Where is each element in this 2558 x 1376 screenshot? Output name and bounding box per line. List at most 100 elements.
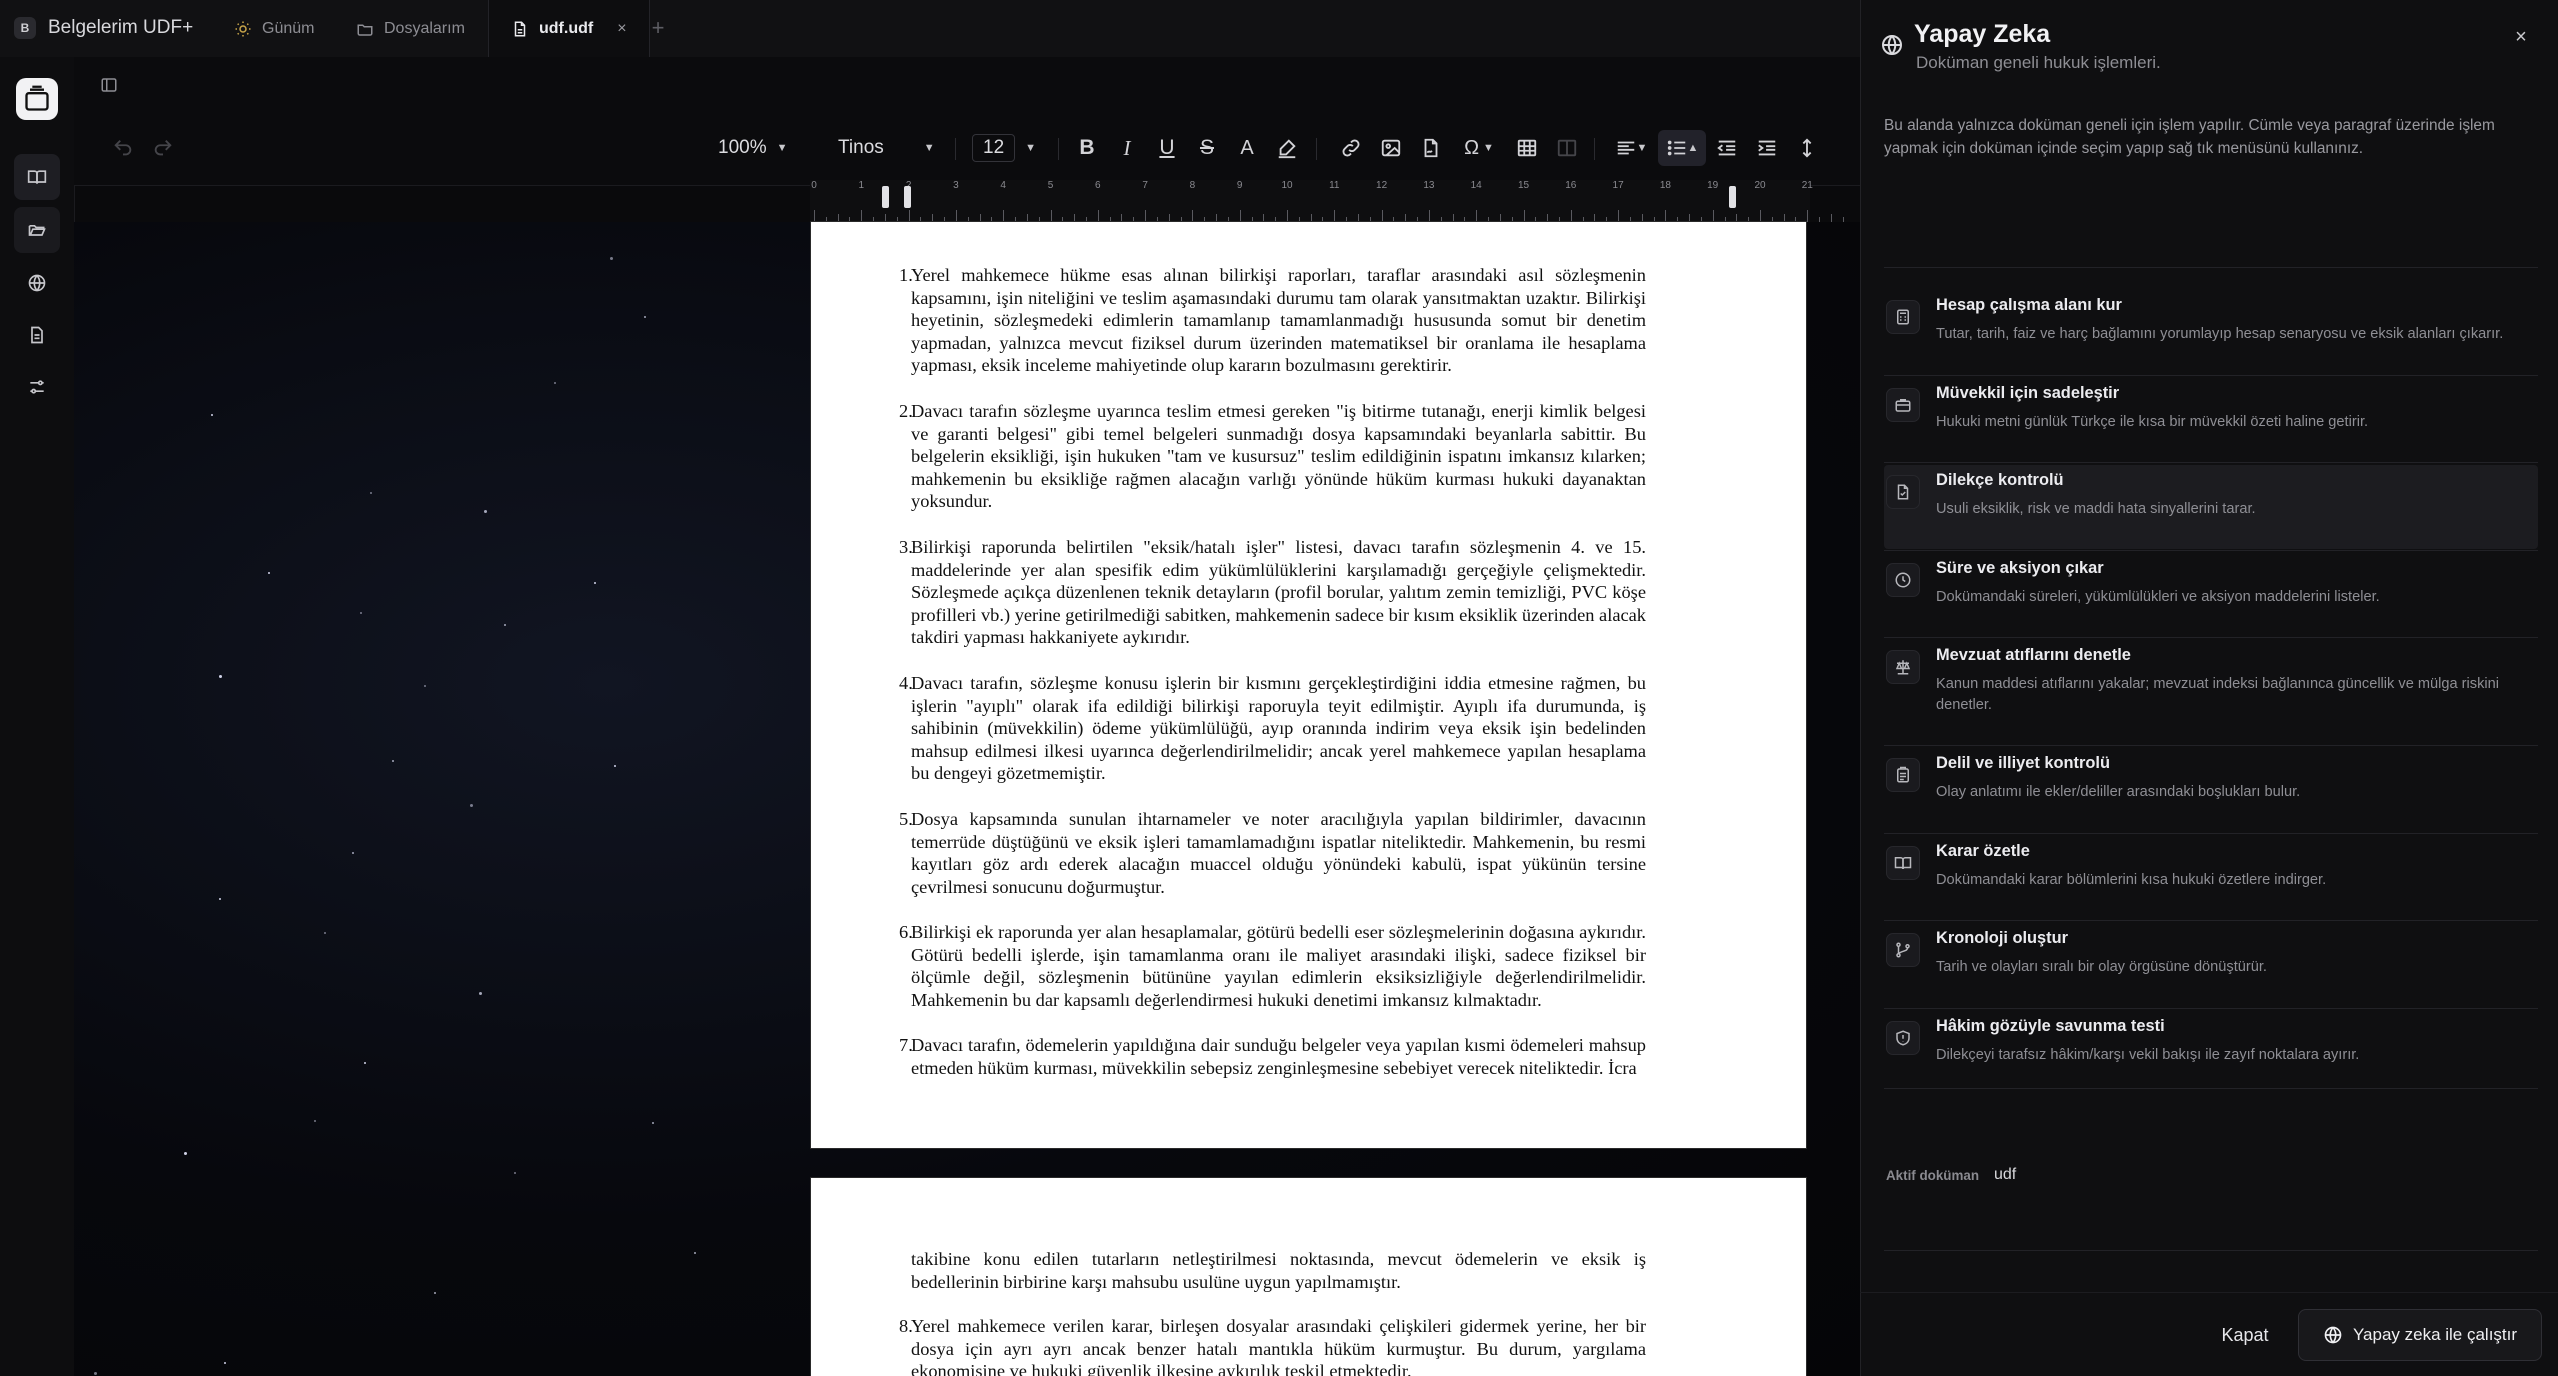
ai-action-item[interactable]: Karar özetle Dokümandaki karar bölümlerin…	[1884, 836, 2538, 920]
toolbar-divider	[955, 138, 956, 160]
ruler[interactable]: 0123456789101112131415161718192021	[810, 180, 1844, 222]
merge-cells-button[interactable]	[1552, 130, 1582, 166]
outdent-button[interactable]	[1712, 130, 1742, 166]
text-color-icon: A	[1240, 136, 1254, 159]
ai-action-title: Mevzuat atıflarını denetle	[1936, 646, 2131, 664]
undo-button[interactable]	[108, 130, 138, 166]
sidebar-toggle-button[interactable]	[96, 72, 122, 98]
ai-action-item[interactable]: Hesap çalışma alanı kur Tutar, tarih, fai…	[1884, 290, 2538, 374]
bold-button[interactable]: B	[1072, 130, 1102, 166]
tab-dosyalarim[interactable]: Dosyalarım	[334, 0, 487, 57]
ruler-tick	[884, 214, 886, 222]
font-size-select[interactable]: 12 ▼	[972, 130, 1036, 166]
file-attach-button[interactable]	[1416, 130, 1446, 166]
ai-action-desc: Dokümandaki karar bölümlerini kısa hukuk…	[1936, 872, 2327, 888]
rail-files-button[interactable]	[14, 207, 60, 253]
chevron-up-icon: ▲	[1687, 142, 1699, 154]
folder-icon	[357, 24, 373, 36]
document-page[interactable]: takibine konu edilen tutarların netleşti…	[811, 1178, 1806, 1376]
ruler-label: 12	[1376, 180, 1388, 191]
ruler-tick	[1216, 214, 1218, 222]
document-paragraph[interactable]: 3. Bilirkişi raporunda belirtilen "eksik/…	[899, 536, 1646, 649]
document-paragraph[interactable]: 7. Davacı tarafın, ödemelerin yapıldığına…	[899, 1034, 1646, 1079]
star	[424, 685, 426, 687]
ai-action-item[interactable]: Kronoloji oluştur Tarih ve olayları sıral…	[1884, 923, 2538, 1007]
add-tab-button[interactable]: +	[644, 14, 672, 42]
ruler-indent-marker[interactable]	[882, 186, 889, 208]
paragraph-number: 1.	[899, 265, 913, 285]
document-paragraph[interactable]: takibine konu edilen tutarların netleşti…	[911, 1248, 1646, 1293]
ai-action-title: Kronoloji oluştur	[1936, 929, 2069, 947]
special-char-button[interactable]: Ω ▼	[1456, 130, 1502, 166]
columns-icon	[1557, 139, 1577, 157]
strikethrough-button[interactable]: S	[1192, 130, 1222, 166]
list-button[interactable]: ▲	[1658, 130, 1706, 166]
line-height-button[interactable]	[1792, 130, 1822, 166]
ai-action-item[interactable]: Müvekkil için sadeleştir Hukuki metni gün…	[1884, 378, 2538, 462]
ruler-tick	[1405, 214, 1407, 222]
ai-action-item[interactable]: Hâkim gözüyle savunma testi Dilekçeyi tar…	[1884, 1011, 2538, 1095]
star	[392, 760, 394, 762]
star	[314, 1120, 316, 1122]
link-icon	[1342, 139, 1360, 157]
file-signature-icon	[1424, 138, 1438, 158]
highlight-button[interactable]	[1272, 130, 1302, 166]
ruler-margin-marker[interactable]	[904, 186, 911, 208]
briefcase-icon	[1886, 388, 1920, 422]
underline-button[interactable]: U	[1152, 130, 1182, 166]
paragraph-text: Bilirkişi ek raporunda yer alan hesaplam…	[911, 922, 1646, 1010]
ruler-label: 14	[1470, 180, 1482, 191]
ai-action-item[interactable]: Süre ve aksiyon çıkar Dokümandaki süreler…	[1884, 553, 2538, 637]
app-logo[interactable]	[16, 78, 58, 120]
folder-open-icon	[28, 225, 46, 236]
divider	[1884, 745, 2538, 746]
italic-button[interactable]: I	[1112, 130, 1142, 166]
rail-document-button[interactable]	[14, 312, 60, 358]
ai-action-item[interactable]: Delil ve illiyet kontrolü Olay anlatımı i…	[1884, 748, 2538, 832]
text-color-button[interactable]: A	[1232, 130, 1262, 166]
ruler-tick	[1168, 214, 1170, 222]
align-button[interactable]: ▼	[1610, 130, 1652, 166]
document-paragraph[interactable]: 8. Yerel mahkemece verilen karar, birleşe…	[899, 1315, 1646, 1376]
ruler-label: 20	[1754, 180, 1766, 191]
document-paragraph[interactable]: 2. Davacı tarafın sözleşme uyarınca tesli…	[899, 400, 1646, 513]
outdent-icon	[1717, 140, 1736, 156]
zoom-select[interactable]: 100% ▼	[718, 130, 788, 166]
ai-action-desc: Olay anlatımı ile ekler/deliller arasınd…	[1936, 784, 2301, 800]
redo-button[interactable]	[148, 130, 178, 166]
indent-button[interactable]	[1752, 130, 1782, 166]
ruler-label: 5	[1047, 180, 1054, 191]
rail-reader-button[interactable]	[14, 154, 60, 200]
star	[211, 414, 213, 416]
app-badge: B	[14, 17, 36, 39]
layers-icon	[25, 85, 49, 111]
image-button[interactable]	[1376, 130, 1406, 166]
tab-close-icon[interactable]: ×	[617, 20, 626, 38]
rail-ai-button[interactable]	[14, 260, 60, 306]
ruler-tick	[1476, 210, 1478, 222]
document-paragraph[interactable]: 6. Bilirkişi ek raporunda yer alan hesapl…	[899, 921, 1646, 1011]
ai-action-item[interactable]: Mevzuat atıflarını denetle Kanun maddesi …	[1884, 640, 2538, 724]
align-left-icon	[1617, 141, 1634, 155]
ai-action-desc: Usuli eksiklik, risk ve maddi hata sinya…	[1936, 501, 2256, 517]
ai-action-item[interactable]: Dilekçe kontrolü Usuli eksiklik, risk ve …	[1884, 465, 2538, 549]
font-family-select[interactable]: Tinos ▼	[838, 130, 935, 166]
ruler-tick	[1736, 214, 1738, 222]
toolbar-divider	[1058, 138, 1059, 160]
bold-icon: B	[1079, 136, 1095, 159]
close-button[interactable]: Kapat	[2210, 1315, 2280, 1355]
run-ai-button[interactable]: Yapay zeka ile çalıştır	[2298, 1309, 2542, 1361]
table-button[interactable]	[1512, 130, 1542, 166]
paragraph-text: Davacı tarafın, sözleşme konusu işlerin …	[911, 673, 1646, 783]
close-icon[interactable]: ×	[2510, 26, 2532, 48]
document-paragraph[interactable]: 1. Yerel mahkemece hükme esas alınan bili…	[899, 264, 1646, 377]
ruler-right-marker[interactable]	[1729, 186, 1736, 208]
document-page[interactable]: 1. Yerel mahkemece hükme esas alınan bili…	[811, 222, 1806, 1148]
document-paragraph[interactable]: 4. Davacı tarafın, sözleşme konusu işleri…	[899, 672, 1646, 785]
link-button[interactable]	[1336, 130, 1366, 166]
tab-udf[interactable]: udf.udf ×	[488, 0, 650, 57]
paragraph-number: 4.	[899, 673, 913, 693]
rail-settings-button[interactable]	[14, 364, 60, 410]
document-paragraph[interactable]: 5. Dosya kapsamında sunulan ihtarnameler …	[899, 808, 1646, 898]
tab-gunum[interactable]: Günüm	[212, 0, 336, 57]
